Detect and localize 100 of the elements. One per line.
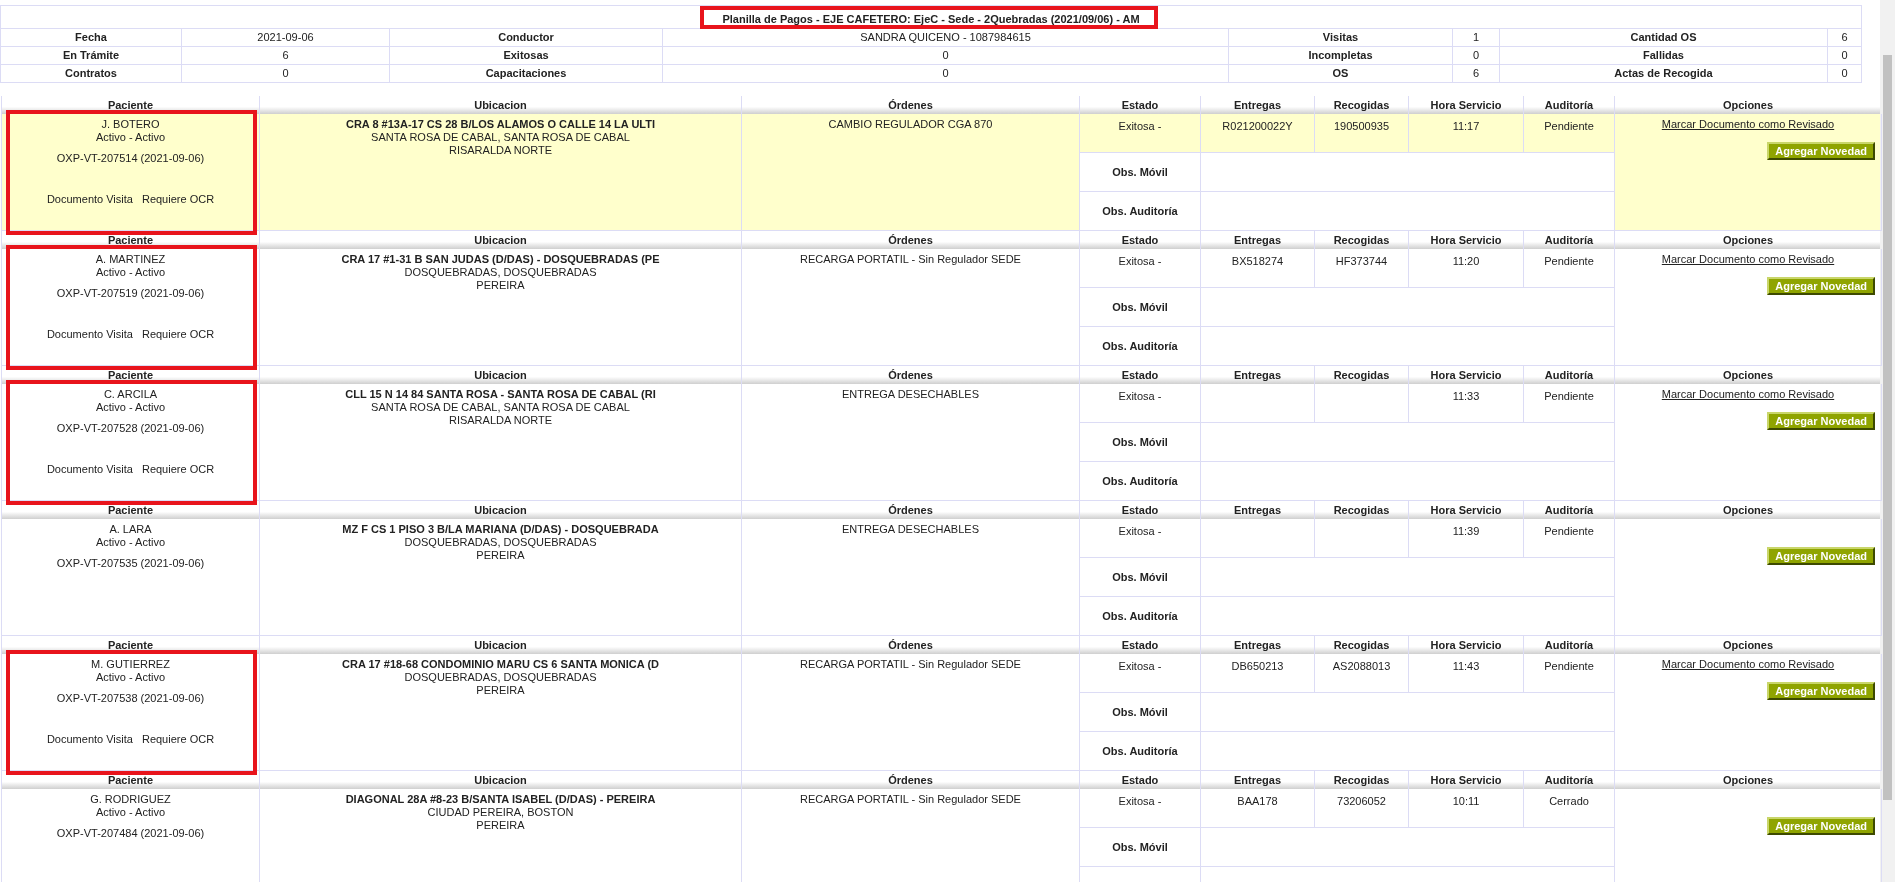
mark-reviewed-link[interactable]: Marcar Documento como Revisado: [1661, 253, 1835, 266]
order-text: RECARGA PORTATIL - Sin Regulador SEDE: [800, 253, 1021, 267]
add-novelty-button[interactable]: Agregar Novedad: [1767, 682, 1875, 700]
summary-value: 0: [1827, 65, 1862, 82]
observation-label: Obs. Auditoría: [1102, 338, 1178, 354]
patient-status: Activo - Activo: [95, 131, 166, 144]
column-header: Ubicacion: [260, 231, 742, 249]
order-text: RECARGA PORTATIL - Sin Regulador SEDE: [800, 793, 1021, 807]
column-header: Recogidas: [1315, 771, 1409, 789]
document-note: Requiere OCR: [141, 733, 215, 746]
summary-value: 2021-09-06: [181, 29, 389, 46]
document-note: Requiere OCR: [141, 328, 215, 341]
column-header: Hora Servicio: [1409, 501, 1524, 519]
patient-status: Activo - Activo: [95, 671, 166, 684]
observation-label: Obs. Auditoría: [1102, 473, 1178, 489]
document-note: Requiere OCR: [141, 193, 215, 206]
add-novelty-button[interactable]: Agregar Novedad: [1767, 547, 1875, 565]
observation-label: Obs. Auditoría: [1102, 743, 1178, 759]
summary-label: Incompletas: [1228, 47, 1452, 64]
region-line: PEREIRA: [476, 684, 525, 697]
column-header: Ubicacion: [260, 96, 742, 114]
address-line: DIAGONAL 28A #8-23 B/SANTA ISABEL (D/DAS) - PEREIRA: [345, 793, 656, 806]
order-text: ENTREGA DESECHABLES: [842, 388, 979, 402]
column-header: Opciones: [1615, 96, 1882, 114]
scrollbar[interactable]: [1880, 0, 1895, 882]
column-header: Ubicacion: [260, 636, 742, 654]
column-header: Órdenes: [742, 96, 1080, 114]
order-code: OXP-VT-207519 (2021-09-06): [56, 287, 205, 300]
column-header: Estado: [1080, 771, 1201, 789]
column-header: Hora Servicio: [1409, 231, 1524, 249]
city-line: SANTA ROSA DE CABAL, SANTA ROSA DE CABAL: [371, 401, 630, 414]
address-line: CLL 15 N 14 84 SANTA ROSA - SANTA ROSA DE CABAL (RI: [345, 388, 656, 401]
summary-label: Actas de Recogida: [1499, 65, 1827, 82]
observation-label: Obs. Móvil: [1112, 434, 1168, 450]
patient-name: M. GUTIERREZ: [91, 658, 170, 671]
column-header: Hora Servicio: [1409, 96, 1524, 114]
summary-label: Fallidas: [1499, 47, 1827, 64]
order-code: OXP-VT-207538 (2021-09-06): [56, 692, 205, 705]
city-line: CIUDAD PEREIRA, BOSTON: [427, 806, 574, 819]
column-header: Entregas: [1201, 771, 1315, 789]
city-line: SANTA ROSA DE CABAL, SANTA ROSA DE CABAL: [371, 131, 630, 144]
observation-label: Obs. Auditoría: [1102, 203, 1178, 219]
region-line: PEREIRA: [476, 549, 525, 562]
summary-label: En Trámite: [0, 47, 181, 64]
order-text: ENTREGA DESECHABLES: [842, 523, 979, 537]
region-line: PEREIRA: [476, 279, 525, 292]
mark-reviewed-link[interactable]: Marcar Documento como Revisado: [1661, 118, 1835, 131]
order-code: OXP-VT-207514 (2021-09-06): [56, 152, 205, 165]
mark-reviewed-link[interactable]: Marcar Documento como Revisado: [1661, 658, 1835, 671]
summary-value: 0: [1827, 47, 1862, 64]
document-note: Documento Visita: [46, 733, 133, 746]
order-text: CAMBIO REGULADOR CGA 870: [828, 118, 993, 132]
column-header: Estado: [1080, 231, 1201, 249]
observation-label: Obs. Móvil: [1112, 299, 1168, 315]
summary-value: 6: [1827, 29, 1862, 46]
summary-value: 0: [1452, 47, 1499, 64]
column-header: Estado: [1080, 501, 1201, 519]
column-header: Órdenes: [742, 636, 1080, 654]
address-line: CRA 17 #1-31 B SAN JUDAS (D/DAS) - DOSQUEBRADAS (PE: [341, 253, 660, 266]
column-header: Auditoría: [1524, 96, 1615, 114]
patient-name: J. BOTERO: [101, 118, 160, 131]
add-novelty-button[interactable]: Agregar Novedad: [1767, 412, 1875, 430]
document-note: Requiere OCR: [141, 463, 215, 476]
region-line: RISARALDA NORTE: [448, 144, 553, 157]
summary-value: 6: [1452, 65, 1499, 82]
column-header: Estado: [1080, 96, 1201, 114]
summary-label: OS: [1228, 65, 1452, 82]
column-header: Entregas: [1201, 366, 1315, 384]
document-note: Documento Visita: [46, 193, 133, 206]
add-novelty-button[interactable]: Agregar Novedad: [1767, 817, 1875, 835]
column-header: Ubicacion: [260, 501, 742, 519]
column-header: Auditoría: [1524, 231, 1615, 249]
column-header: Estado: [1080, 636, 1201, 654]
column-header: Recogidas: [1315, 366, 1409, 384]
add-novelty-button[interactable]: Agregar Novedad: [1767, 277, 1875, 295]
order-code: OXP-VT-207528 (2021-09-06): [56, 422, 205, 435]
document-note: Documento Visita: [46, 463, 133, 476]
observation-label: Obs. Móvil: [1112, 704, 1168, 720]
mark-reviewed-link[interactable]: Marcar Documento como Revisado: [1661, 388, 1835, 401]
patient-name: A. MARTINEZ: [95, 253, 166, 266]
summary-value: 0: [181, 65, 389, 82]
column-header: Auditoría: [1524, 501, 1615, 519]
address-line: CRA 8 #13A-17 CS 28 B/LOS ALAMOS O CALLE 14 LA ULTI: [345, 118, 656, 131]
summary-label: Capacitaciones: [389, 65, 662, 82]
summary-value: 0: [662, 47, 1228, 64]
add-novelty-button[interactable]: Agregar Novedad: [1767, 142, 1875, 160]
address-line: CRA 17 #18-68 CONDOMINIO MARU CS 6 SANTA MONICA (D: [342, 658, 659, 671]
observation-label: Obs. Móvil: [1112, 164, 1168, 180]
column-header: Ubicacion: [260, 771, 742, 789]
patient-status: Activo - Activo: [95, 266, 166, 279]
column-header: Recogidas: [1315, 96, 1409, 114]
document-note: Documento Visita: [46, 328, 133, 341]
column-header: Entregas: [1201, 231, 1315, 249]
scrollbar-thumb[interactable]: [1883, 55, 1892, 800]
column-header: Recogidas: [1315, 501, 1409, 519]
observation-label: Obs. Auditoría: [1102, 608, 1178, 624]
column-header: Órdenes: [742, 501, 1080, 519]
observation-label: Obs. Móvil: [1112, 839, 1168, 855]
column-header: Auditoría: [1524, 366, 1615, 384]
patient-status: Activo - Activo: [95, 536, 166, 549]
